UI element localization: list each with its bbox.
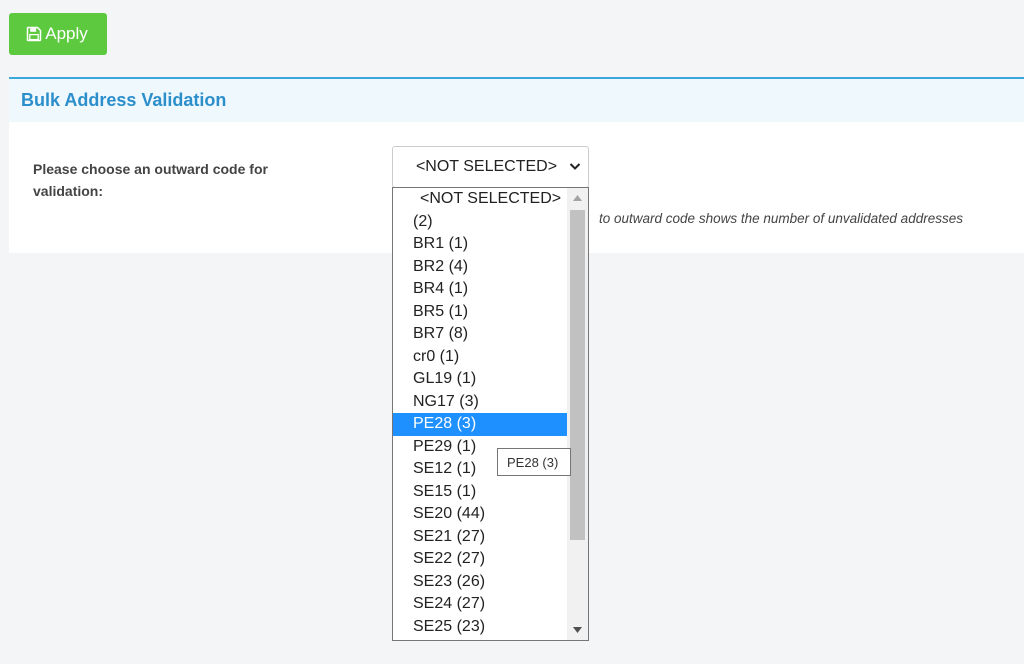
hint-text: to outward code shows the number of unva…	[599, 211, 963, 226]
apply-button[interactable]: Apply	[9, 13, 107, 55]
dropdown-option[interactable]: SE24 (27)	[393, 593, 567, 616]
dropdown-option[interactable]: (2)	[393, 211, 567, 234]
chevron-down-icon	[568, 159, 582, 178]
dropdown-option[interactable]: SE21 (27)	[393, 526, 567, 549]
dropdown-option[interactable]: GL19 (1)	[393, 368, 567, 391]
dropdown-option[interactable]: BR2 (4)	[393, 256, 567, 279]
outward-code-select[interactable]: <NOT SELECTED>	[392, 146, 589, 188]
dropdown-option[interactable]: BR1 (1)	[393, 233, 567, 256]
floppy-disk-icon	[26, 26, 42, 42]
dropdown-option[interactable]: BR7 (8)	[393, 323, 567, 346]
dropdown-option[interactable]: cr0 (1)	[393, 346, 567, 369]
dropdown-option[interactable]: NG17 (3)	[393, 391, 567, 414]
dropdown-option[interactable]: SE15 (1)	[393, 481, 567, 504]
dropdown-option[interactable]: SE23 (26)	[393, 571, 567, 594]
dropdown-option[interactable]: SE22 (27)	[393, 548, 567, 571]
outward-code-dropdown-list[interactable]: <NOT SELECTED> (2) BR1 (1) BR2 (4) BR4 (1) BR…	[392, 187, 589, 641]
scroll-up-arrow-icon[interactable]	[567, 188, 588, 208]
dropdown-option[interactable]: SE20 (44)	[393, 503, 567, 526]
scrollbar-thumb[interactable]	[570, 210, 585, 540]
dropdown-options: <NOT SELECTED> (2) BR1 (1) BR2 (4) BR4 (1) BR…	[393, 188, 567, 638]
option-tooltip: PE28 (3)	[497, 448, 571, 476]
scroll-down-arrow-icon[interactable]	[567, 620, 588, 640]
dropdown-scrollbar[interactable]	[567, 188, 588, 640]
select-value: <NOT SELECTED>	[415, 158, 558, 175]
outward-code-label: Please choose an outward code for valida…	[33, 161, 268, 199]
dropdown-option[interactable]: SE25 (23)	[393, 616, 567, 639]
apply-button-label: Apply	[45, 24, 88, 43]
dropdown-option[interactable]: <NOT SELECTED>	[393, 188, 567, 211]
dropdown-option[interactable]: PE28 (3)	[393, 413, 567, 436]
panel-title: Bulk Address Validation	[21, 90, 227, 110]
dropdown-option[interactable]: BR4 (1)	[393, 278, 567, 301]
dropdown-option[interactable]: BR5 (1)	[393, 301, 567, 324]
panel-header: Bulk Address Validation	[9, 79, 1024, 122]
